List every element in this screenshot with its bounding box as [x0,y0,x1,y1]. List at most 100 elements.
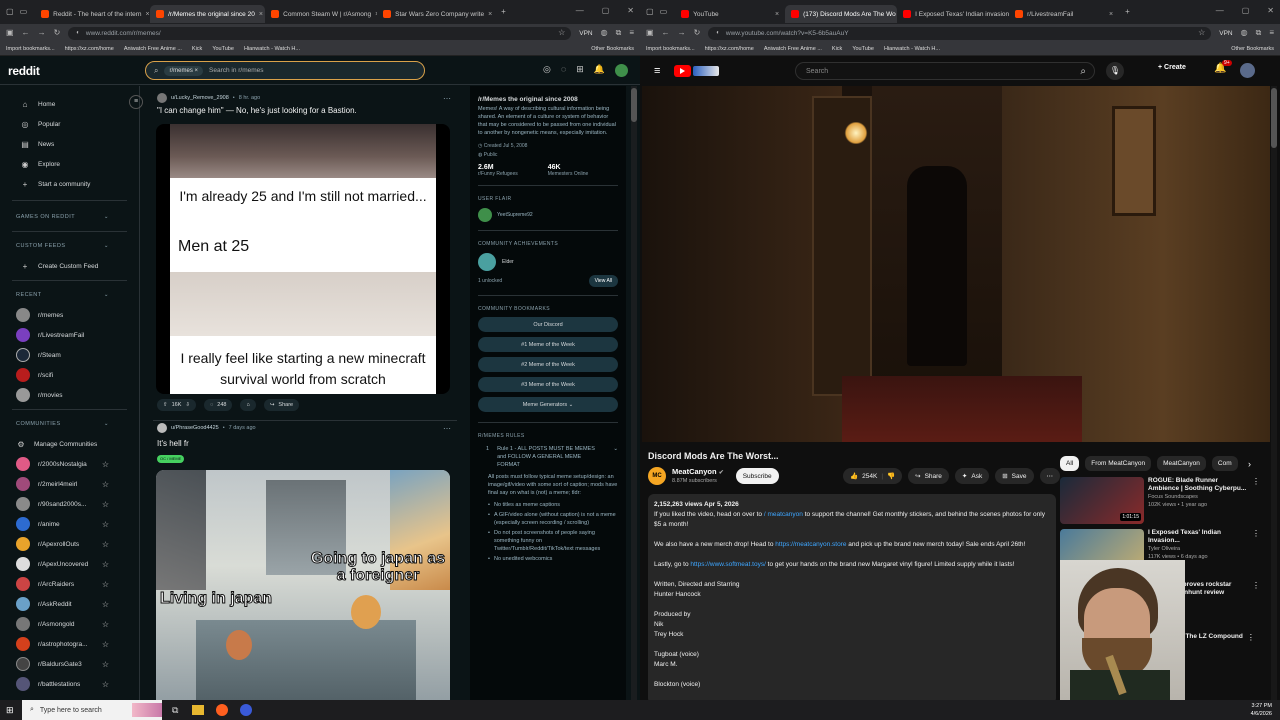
minimize-icon[interactable]: — [1216,6,1224,15]
bookmark-item[interactable]: YouTube [212,46,234,52]
star-icon[interactable]: ☆ [102,620,109,629]
page-scrollbar[interactable] [1271,86,1277,700]
bookmark-discord-button[interactable]: Our Discord [478,317,618,332]
upvote-icon[interactable]: ⇧ [163,402,168,408]
bookmark-item[interactable]: Import bookmarks... [6,46,55,52]
bookmark-item[interactable]: YouTube [852,46,874,52]
bookmark-item[interactable]: Kick [832,46,842,52]
maximize-icon[interactable]: ▢ [602,6,610,15]
star-icon[interactable]: ☆ [102,460,109,469]
bookmark-star-icon[interactable]: ☆ [558,29,565,37]
community-item[interactable]: r/ApexrollOuts ☆ [0,534,139,554]
comments-button[interactable]: ◌ 248 [204,399,233,411]
other-bookmarks[interactable]: Other Bookmarks [591,46,634,52]
bookmark-item[interactable]: Import bookmarks... [646,46,695,52]
user-flair[interactable]: YeetSupreme92 [478,208,618,222]
bookmark-item[interactable]: Hianwatch - Watch H... [244,46,300,52]
menu-icon[interactable]: ≡ [629,29,634,37]
close-tab-icon[interactable]: × [1109,11,1113,18]
window-close-icon[interactable]: ✕ [627,6,634,15]
browser-tab[interactable]: Star Wars Zero Company write × [377,5,495,23]
recent-item[interactable]: r/memes [0,305,139,325]
more-options-icon[interactable]: ⋮ [1252,477,1260,525]
other-bookmarks[interactable]: Other Bookmarks [1231,46,1274,52]
star-icon[interactable]: ☆ [102,680,109,689]
create-post-icon[interactable]: ⊞ [576,64,584,77]
youtube-logo-icon[interactable] [674,65,692,77]
file-explorer-icon[interactable] [192,705,205,715]
doodle-logo[interactable] [693,66,720,76]
video-description[interactable]: 2,152,263 views Apr 5, 2026 If you liked… [648,494,1056,700]
community-item[interactable]: r/anime ☆ [0,514,139,534]
back-icon[interactable]: ← [662,29,670,37]
bookmark-item[interactable]: Aniwatch Free Anime ... [124,46,182,52]
recent-item[interactable]: r/scifi [0,365,139,385]
recent-item[interactable]: r/movies [0,385,139,405]
close-tab-icon[interactable]: × [146,11,150,18]
post-image[interactable]: I'm already 25 and I'm still not married… [156,124,450,394]
nav-start-community[interactable]: + Start a community [0,174,139,194]
tab-list-icon[interactable]: ▭ [660,8,668,16]
maximize-icon[interactable]: ▢ [1242,6,1250,15]
share-button[interactable]: ↪ Share [263,399,300,411]
site-info-icon[interactable]: ◐ [76,30,80,36]
chip-from-channel[interactable]: From MeatCanyon [1085,456,1152,471]
search-input[interactable]: ⌕ r/memes × Search in r/memes [145,61,425,80]
extensions-icon[interactable]: ⧉ [616,29,622,37]
star-icon[interactable]: ☆ [102,560,109,569]
community-item[interactable]: r/AskReddit ☆ [0,594,139,614]
ask-button[interactable]: ✦ Ask [954,468,990,484]
bookmark-star-icon[interactable]: ☆ [1198,29,1205,37]
star-icon[interactable]: ☆ [102,660,109,669]
save-button[interactable]: ⊞ Save [995,468,1034,484]
bookmark-item[interactable]: Hianwatch - Watch H... [884,46,940,52]
video-player[interactable] [642,86,1270,442]
page-scrollbar[interactable] [631,86,637,700]
search-icon[interactable]: ⌕ [1080,66,1086,77]
back-icon[interactable]: ← [22,29,30,37]
avatar[interactable] [615,64,628,77]
chip-all[interactable]: All [1060,456,1080,471]
video-thumbnail[interactable]: 1:01:15 [1060,477,1144,524]
community-item[interactable]: r/Asmongold ☆ [0,614,139,634]
rule-1[interactable]: 1 Rule 1 - ALL POSTS MUST BE MEMES and F… [478,445,618,469]
obs-icon[interactable] [240,704,253,716]
star-icon[interactable]: ☆ [102,480,109,489]
bookmark-meme-generators-button[interactable]: Meme Generators ⌄ [478,397,618,412]
downvote-icon[interactable]: ⇩ [185,402,190,408]
more-actions-icon[interactable]: ⋯ [1039,468,1060,484]
like-button[interactable]: 👍 254K | 👎 [843,468,903,484]
desc-link[interactable]: / meatcanyon [764,511,803,518]
nav-home[interactable]: ⌂ Home [0,94,139,114]
browser-tab[interactable]: Reddit - The heart of the intern × [35,5,150,23]
manage-communities[interactable]: ⚙ Manage Communities [0,434,139,454]
reload-icon[interactable]: ↻ [54,29,61,37]
system-clock[interactable]: 3:27 PM 4/6/2026 [1251,702,1272,718]
share-button[interactable]: ↪ Share [908,468,949,484]
url-field[interactable]: ◐ www.youtube.com/watch?v=K5-6b5auAuY ☆ [708,26,1212,40]
nav-popular[interactable]: ◎ Popular [0,114,139,134]
more-options-icon[interactable]: ⋮ [1252,581,1260,629]
award-button[interactable]: ⌂ [240,399,256,411]
desc-link[interactable]: https://www.softmeat.toys/ [690,561,766,568]
search-input[interactable]: Search ⌕ [795,62,1095,80]
chat-icon[interactable]: ◌ [561,64,566,77]
more-options-icon[interactable]: ⋯ [443,424,451,433]
new-tab-icon[interactable]: + [1125,8,1130,16]
star-icon[interactable]: ☆ [102,500,109,509]
create-button[interactable]: + Create [1158,64,1186,71]
community-item[interactable]: r/ApexUncovered ☆ [0,554,139,574]
more-options-icon[interactable]: ⋮ [1247,633,1255,681]
post-title[interactable]: "I can change him" — No, he's just looki… [145,106,465,115]
collapse-nav-icon[interactable]: ≡ [129,95,143,109]
channel-name[interactable]: MeatCanyon [672,467,717,476]
bookmark-meme-week-2-button[interactable]: #2 Meme of the Week [478,357,618,372]
community-item[interactable]: r/BaldursGate3 ☆ [0,654,139,674]
chip-channel[interactable]: MeatCanyon [1157,456,1206,471]
wallet-icon[interactable]: ◍ [1241,29,1248,37]
browser-icon[interactable] [216,704,229,716]
hamburger-menu-icon[interactable]: ≡ [654,65,660,77]
bookmark-item[interactable]: Kick [192,46,202,52]
tab-actions-icon[interactable]: ▢ [646,8,654,16]
star-icon[interactable]: ☆ [102,540,109,549]
